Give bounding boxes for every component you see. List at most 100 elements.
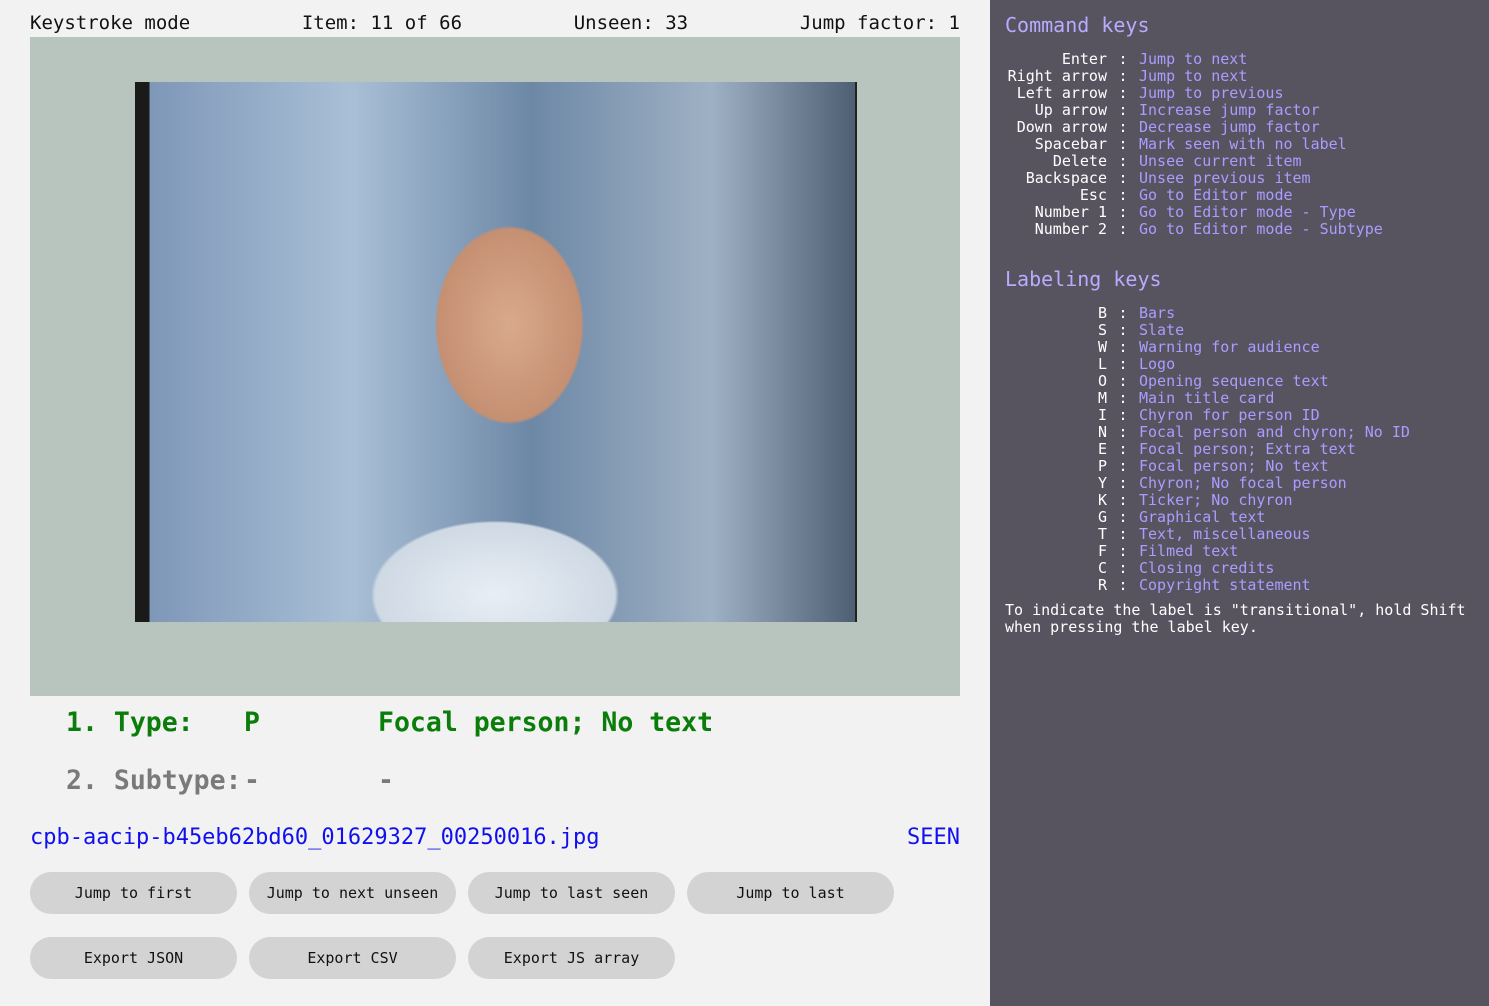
key-description: Copyright statement <box>1139 576 1311 594</box>
export-csv-button[interactable]: Export CSV <box>249 937 456 979</box>
label-key-row: E: Focal person; Extra text <box>1005 441 1410 458</box>
key-description: Logo <box>1139 355 1176 373</box>
labeling-keys-list: B: Bars S: Slate W: Warning for audience L: Log… <box>1005 305 1410 594</box>
key-description: Graphical text <box>1139 508 1266 526</box>
label-key-row: L: Logo <box>1005 356 1410 373</box>
key-description: Jump to next <box>1139 67 1248 85</box>
label-key-row: O: Opening sequence text <box>1005 373 1410 390</box>
key-name: K <box>1097 491 1107 509</box>
key-description: Slate <box>1139 321 1185 339</box>
command-key-row: Enter: Jump to next <box>1005 51 1383 68</box>
key-description: Jump to next <box>1139 50 1248 68</box>
separator: : <box>1118 220 1128 238</box>
separator: : <box>1118 508 1128 526</box>
separator: : <box>1118 118 1128 136</box>
key-name: Y <box>1097 474 1107 492</box>
jump-to-last-seen-button[interactable]: Jump to last seen <box>468 872 675 914</box>
command-keys-title: Command keys <box>1005 13 1150 37</box>
label-key-row: C: Closing credits <box>1005 560 1410 577</box>
label-key-row: K: Ticker; No chyron <box>1005 492 1410 509</box>
key-description: Chyron; No focal person <box>1139 474 1347 492</box>
image-frame <box>30 37 960 696</box>
key-description: Go to Editor mode <box>1139 186 1293 204</box>
key-description: Focal person; Extra text <box>1139 440 1356 458</box>
key-name: W <box>1097 338 1107 356</box>
label-key-row: B: Bars <box>1005 305 1410 322</box>
type-value: Focal person; No text <box>378 707 714 738</box>
command-key-row: Spacebar: Mark seen with no label <box>1005 136 1383 153</box>
key-name: L <box>1097 355 1107 373</box>
subtype-label: 2. Subtype: <box>66 765 242 796</box>
label-key-row: W: Warning for audience <box>1005 339 1410 356</box>
separator: : <box>1118 84 1128 102</box>
status-header: Keystroke mode Item: 11 of 66 Unseen: 33… <box>30 12 960 34</box>
separator: : <box>1118 423 1128 441</box>
command-key-row: Delete: Unsee current item <box>1005 153 1383 170</box>
label-key-row: M: Main title card <box>1005 390 1410 407</box>
key-name: Right arrow <box>1007 67 1107 85</box>
separator: : <box>1118 67 1128 85</box>
key-name: F <box>1097 542 1107 560</box>
key-description: Jump to previous <box>1139 84 1284 102</box>
label-key-row: S: Slate <box>1005 322 1410 339</box>
key-name: Up arrow <box>1034 101 1107 119</box>
key-description: Go to Editor mode - Subtype <box>1139 220 1383 238</box>
command-keys-list: Enter: Jump to next Right arrow: Jump to ne… <box>1005 51 1383 238</box>
key-description: Focal person; No text <box>1139 457 1329 475</box>
key-name: P <box>1097 457 1107 475</box>
label-key-row: N: Focal person and chyron; No ID <box>1005 424 1410 441</box>
key-name: Number 2 <box>1034 220 1107 238</box>
key-name: Spacebar <box>1034 135 1107 153</box>
key-description: Ticker; No chyron <box>1139 491 1293 509</box>
separator: : <box>1118 152 1128 170</box>
command-key-row: Number 2: Go to Editor mode - Subtype <box>1005 221 1383 238</box>
label-key-row: F: Filmed text <box>1005 543 1410 560</box>
separator: : <box>1118 186 1128 204</box>
key-description: Bars <box>1139 304 1176 322</box>
jump-to-next-unseen-button[interactable]: Jump to next unseen <box>249 872 456 914</box>
key-description: Go to Editor mode - Type <box>1139 203 1356 221</box>
labeling-keys-title: Labeling keys <box>1005 267 1162 291</box>
separator: : <box>1118 542 1128 560</box>
key-name: Left arrow <box>1016 84 1107 102</box>
command-key-row: Number 1: Go to Editor mode - Type <box>1005 204 1383 221</box>
command-key-row: Esc: Go to Editor mode <box>1005 187 1383 204</box>
jump-to-first-button[interactable]: Jump to first <box>30 872 237 914</box>
separator: : <box>1118 372 1128 390</box>
export-js-array-button[interactable]: Export JS array <box>468 937 675 979</box>
key-description: Decrease jump factor <box>1139 118 1320 136</box>
separator: : <box>1118 576 1128 594</box>
export-json-button[interactable]: Export JSON <box>30 937 237 979</box>
separator: : <box>1118 440 1128 458</box>
key-name: N <box>1097 423 1107 441</box>
key-description: Increase jump factor <box>1139 101 1320 119</box>
key-name: B <box>1097 304 1107 322</box>
separator: : <box>1118 101 1128 119</box>
seen-status: SEEN <box>907 825 960 850</box>
separator: : <box>1118 304 1128 322</box>
separator: : <box>1118 203 1128 221</box>
jump-factor: Jump factor: 1 <box>799 12 960 34</box>
key-name: Number 1 <box>1034 203 1107 221</box>
command-key-row: Up arrow: Increase jump factor <box>1005 102 1383 119</box>
key-description: Main title card <box>1139 389 1275 407</box>
jump-to-last-button[interactable]: Jump to last <box>687 872 894 914</box>
key-description: Unsee previous item <box>1139 169 1311 187</box>
label-key-row: T: Text, miscellaneous <box>1005 526 1410 543</box>
video-frame-image <box>135 82 857 622</box>
key-description: Closing credits <box>1139 559 1275 577</box>
separator: : <box>1118 135 1128 153</box>
separator: : <box>1118 457 1128 475</box>
help-sidebar: Command keys Enter: Jump to next Right arr… <box>990 0 1489 1006</box>
separator: : <box>1118 474 1128 492</box>
key-description: Filmed text <box>1139 542 1239 560</box>
command-key-row: Down arrow: Decrease jump factor <box>1005 119 1383 136</box>
label-key-row: R: Copyright statement <box>1005 577 1410 594</box>
key-description: Text, miscellaneous <box>1139 525 1311 543</box>
command-key-row: Right arrow: Jump to next <box>1005 68 1383 85</box>
separator: : <box>1118 355 1128 373</box>
label-key-row: Y: Chyron; No focal person <box>1005 475 1410 492</box>
label-key-row: P: Focal person; No text <box>1005 458 1410 475</box>
key-name: Delete <box>1052 152 1107 170</box>
label-key-row: G: Graphical text <box>1005 509 1410 526</box>
